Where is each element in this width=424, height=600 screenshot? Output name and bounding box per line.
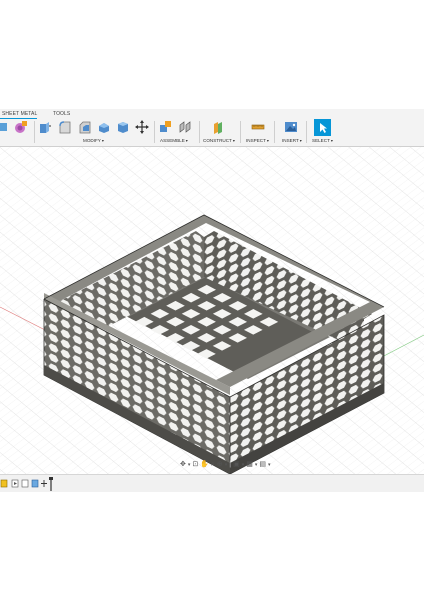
zoom-icon[interactable]: ⌕ — [211, 461, 215, 469]
toolbar-separator — [240, 121, 241, 143]
material-icon[interactable] — [14, 120, 28, 134]
marker-icon[interactable] — [49, 477, 53, 491]
sheet-metal-icon[interactable] — [0, 120, 10, 134]
shell-icon[interactable] — [97, 120, 111, 134]
toolbar-separator — [306, 121, 307, 143]
fusion-window: SHEET METAL TOOLS MODIFY▾ ASSEMBLE▾ CONS… — [0, 109, 424, 492]
group-construct[interactable]: CONSTRUCT▾ — [203, 138, 235, 143]
toolbar-separator — [274, 121, 275, 143]
previous-step-icon[interactable] — [0, 479, 8, 488]
move-icon[interactable] — [135, 120, 149, 134]
fit-icon[interactable]: ⊕ — [217, 461, 223, 469]
toolbar-separator — [34, 121, 35, 143]
play-icon[interactable] — [11, 479, 19, 488]
select-icon[interactable] — [314, 119, 331, 136]
offset-plane-icon[interactable] — [212, 120, 226, 134]
new-component-icon[interactable] — [159, 120, 173, 134]
group-inspect[interactable]: INSPECT▾ — [246, 138, 269, 143]
measure-icon[interactable] — [251, 120, 265, 134]
sketch-icon[interactable] — [31, 479, 39, 488]
pattern-icon[interactable] — [40, 479, 48, 488]
joint-icon[interactable] — [178, 120, 192, 134]
orbit-icon[interactable]: ✥ — [180, 461, 186, 469]
feature-icon[interactable] — [21, 479, 29, 488]
toolbar-separator — [154, 121, 155, 143]
navigation-bar: ✥ ▾ ⊡ ✋ ⌕ ⊕ ▾ | ▣ ▾ ▦ ▾ ▤ ▾ — [180, 461, 271, 469]
tab-active-indicator — [0, 118, 37, 119]
display-settings-icon[interactable]: ▣ — [233, 461, 240, 469]
combine-icon[interactable] — [116, 120, 130, 134]
group-insert[interactable]: INSERT▾ — [282, 138, 302, 143]
tab-tools[interactable]: TOOLS — [53, 111, 70, 117]
pan-icon[interactable]: ✋ — [200, 461, 209, 469]
tab-sheet-metal[interactable]: SHEET METAL — [2, 111, 37, 117]
toolbar-separator — [199, 121, 200, 143]
group-assemble[interactable]: ASSEMBLE▾ — [160, 138, 188, 143]
group-modify[interactable]: MODIFY▾ — [83, 138, 104, 143]
grid-settings-icon[interactable]: ▦ — [246, 461, 253, 469]
viewports-icon[interactable]: ▤ — [259, 461, 266, 469]
toolbar: SHEET METAL TOOLS MODIFY▾ ASSEMBLE▾ CONS… — [0, 109, 424, 147]
press-pull-icon[interactable] — [38, 120, 52, 134]
timeline — [0, 474, 424, 492]
look-at-icon[interactable]: ⊡ — [192, 461, 198, 469]
canvas-viewport[interactable] — [0, 147, 424, 492]
insert-image-icon[interactable] — [284, 120, 298, 134]
group-select[interactable]: SELECT▾ — [312, 138, 333, 143]
fillet-icon[interactable] — [58, 120, 72, 134]
chamfer-icon[interactable] — [78, 120, 92, 134]
